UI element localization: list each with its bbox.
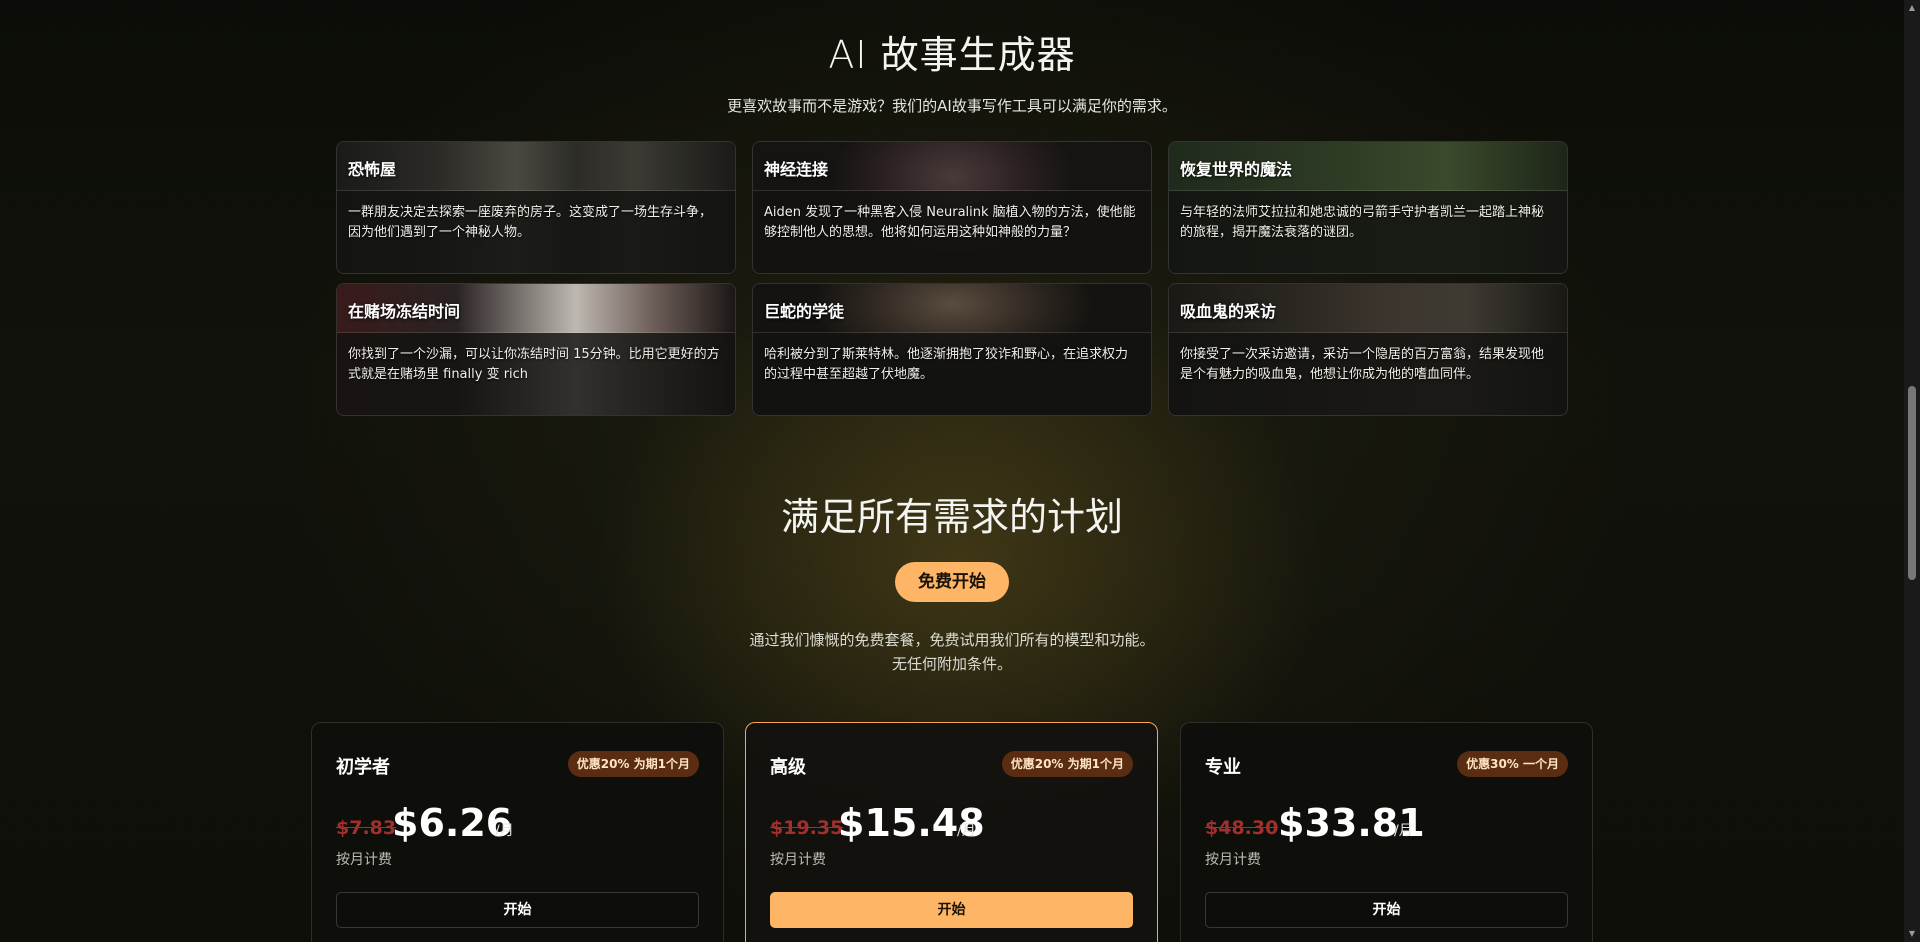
story-card-title: 在赌场冻结时间 <box>348 302 461 321</box>
story-card-horror-house[interactable]: 恐怖屋 一群朋友决定去探索一座废弃的房子。这变成了一场生存斗争，因为他们遇到了一… <box>336 141 736 274</box>
story-card-description: Aiden 发现了一种黑客入侵 Neuralink 脑植入物的方法，使他能够控制… <box>764 205 1136 240</box>
plan-card-advanced: 高级 优惠20% 为期1个月 $19.35 $15.48 /月 按月计费 开始 <box>745 722 1158 942</box>
plan-name: 高级 <box>770 757 806 778</box>
original-price: $19.35 <box>770 817 844 839</box>
billing-period: 按月计费 <box>336 852 392 868</box>
caret-up-icon[interactable]: ▲ <box>1904 0 1920 16</box>
discount-badge: 优惠30% 一个月 <box>1457 751 1568 777</box>
plan-card-professional: 专业 优惠30% 一个月 $48.30 $33.81 /月 按月计费 开始 <box>1180 722 1593 942</box>
original-price: $7.83 <box>336 817 397 839</box>
plan-name: 初学者 <box>336 757 390 778</box>
page: AI 故事生成器 更喜欢故事而不是游戏？我们的AI故事写作工具可以满足你的需求。… <box>0 0 1904 942</box>
story-card-description: 与年轻的法师艾拉拉和她忠诚的弓箭手守护者凯兰一起踏上神秘的旅程，揭开魔法衰落的谜… <box>1180 205 1545 240</box>
price-unit: /月 <box>957 823 976 839</box>
story-card-title: 恢复世界的魔法 <box>1180 160 1293 179</box>
discount-badge: 优惠20% 为期1个月 <box>567 751 699 777</box>
story-card-casino-freeze[interactable]: 在赌场冻结时间 你找到了一个沙漏，可以让你冻结时间 15分钟。比用它更好的方式就… <box>336 283 736 416</box>
vertical-scrollbar[interactable]: ▲ ▼ <box>1904 0 1920 942</box>
price-unit: /月 <box>495 823 514 839</box>
story-card-title: 恐怖屋 <box>348 160 397 179</box>
story-section-subtitle: 更喜欢故事而不是游戏？我们的AI故事写作工具可以满足你的需求。 <box>727 97 1177 115</box>
story-card-title: 巨蛇的学徒 <box>764 302 845 321</box>
free-plan-note: 通过我们慷慨的免费套餐，免费试用我们所有的模型和功能。 <box>749 631 1155 649</box>
caret-down-icon[interactable]: ▼ <box>1904 926 1920 942</box>
story-card-neural-link[interactable]: 神经连接 Aiden 发现了一种黑客入侵 Neuralink 脑植入物的方法，使… <box>752 141 1152 274</box>
billing-period: 按月计费 <box>1205 852 1261 868</box>
story-card-description: 你接受了一次采访邀请，采访一个隐居的百万富翁，结果发现他是个有魅力的吸血鬼，他想… <box>1180 347 1545 382</box>
free-start-button[interactable]: 免费开始 <box>895 562 1009 602</box>
original-price: $48.30 <box>1205 817 1279 839</box>
scroll-thumb[interactable] <box>1908 386 1916 580</box>
story-card-title: 神经连接 <box>764 160 829 179</box>
story-section-title: AI 故事生成器 <box>828 33 1076 77</box>
plans-section-title: 满足所有需求的计划 <box>780 495 1123 539</box>
story-card-vampire-interview[interactable]: 吸血鬼的采访 你接受了一次采访邀请，采访一个隐居的百万富翁，结果发现他是个有魅力… <box>1168 283 1568 416</box>
story-card-serpent-apprentice[interactable]: 巨蛇的学徒 哈利被分到了斯莱特林。他逐渐拥抱了狡诈和野心，在追求权力的过程中甚至… <box>752 283 1152 416</box>
plan-name: 专业 <box>1205 757 1241 778</box>
story-card-restore-magic[interactable]: 恢复世界的魔法 与年轻的法师艾拉拉和她忠诚的弓箭手守护者凯兰一起踏上神秘的旅程，… <box>1168 141 1568 274</box>
story-card-description: 哈利被分到了斯莱特林。他逐渐拥抱了狡诈和野心，在追求权力的过程中甚至超越了伏地魔… <box>764 347 1129 382</box>
start-button[interactable]: 开始 <box>1205 892 1568 928</box>
discount-badge: 优惠20% 为期1个月 <box>1001 751 1133 777</box>
plan-card-beginner: 初学者 优惠20% 为期1个月 $7.83 $6.26 /月 按月计费 开始 <box>311 722 724 942</box>
story-card-description: 你找到了一个沙漏，可以让你冻结时间 15分钟。比用它更好的方式就是在赌场里 fi… <box>348 347 720 382</box>
story-card-description: 一群朋友决定去探索一座废弃的房子。这变成了一场生存斗争，因为他们遇到了一个神秘人… <box>348 205 713 240</box>
story-card-title: 吸血鬼的采访 <box>1180 302 1277 321</box>
billing-period: 按月计费 <box>770 852 826 868</box>
free-plan-note-2: 无任何附加条件。 <box>891 655 1012 673</box>
start-button[interactable]: 开始 <box>336 892 699 928</box>
start-button[interactable]: 开始 <box>770 892 1133 928</box>
price-unit: /月 <box>1394 823 1413 839</box>
